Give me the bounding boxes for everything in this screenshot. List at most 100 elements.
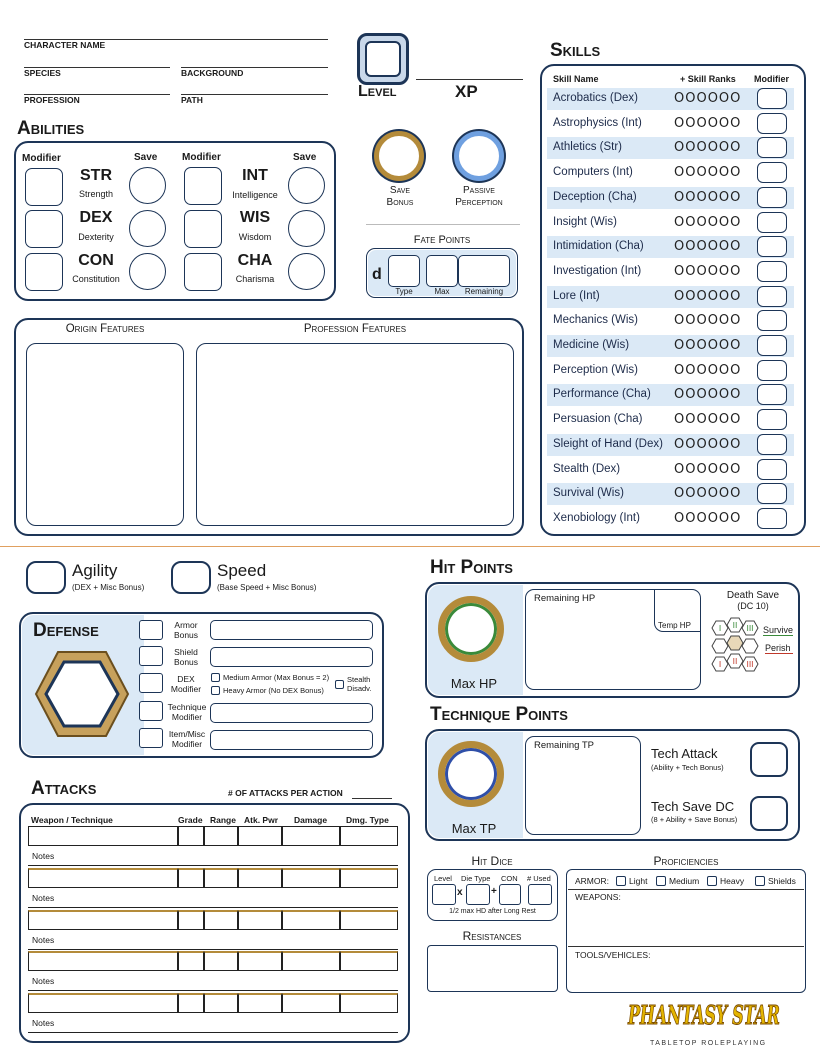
attack-notes[interactable]: Notes: [28, 971, 398, 992]
attack-cell[interactable]: [282, 867, 340, 888]
hd-level-box[interactable]: [432, 884, 456, 905]
origin-features-box[interactable]: [26, 343, 184, 526]
skill-modifier-box[interactable]: [757, 285, 787, 307]
skill-rank-dots[interactable]: OOOOOO: [674, 412, 741, 427]
skill-modifier-box[interactable]: [757, 483, 787, 505]
armor-bonus-box[interactable]: [139, 620, 163, 640]
attack-cell[interactable]: [204, 909, 238, 930]
attack-cell[interactable]: [204, 867, 238, 888]
skill-modifier-box[interactable]: [757, 88, 787, 109]
xp-field[interactable]: [416, 79, 523, 80]
path-field[interactable]: [181, 94, 328, 95]
attack-cell[interactable]: [282, 951, 340, 972]
skill-rank-dots[interactable]: OOOOOO: [674, 462, 741, 477]
character-name-field[interactable]: [24, 39, 328, 40]
attack-cell[interactable]: [204, 993, 238, 1014]
attack-cell[interactable]: [340, 909, 398, 930]
skill-modifier-box[interactable]: [757, 458, 787, 480]
resistances-box[interactable]: [427, 945, 558, 992]
attack-cell[interactable]: [178, 867, 204, 888]
passive-perception-ring[interactable]: [454, 131, 504, 181]
skill-rank-dots[interactable]: OOOOOO: [674, 387, 741, 402]
attack-cell[interactable]: [238, 909, 282, 930]
technique-modifier-field[interactable]: [210, 703, 373, 723]
skill-rank-dots[interactable]: OOOOOO: [674, 338, 741, 353]
technique-modifier-box[interactable]: [139, 701, 163, 721]
attack-cell[interactable]: [340, 993, 398, 1014]
wis-modifier-box[interactable]: [184, 210, 222, 248]
attack-cell[interactable]: [28, 951, 178, 972]
con-modifier-box[interactable]: [25, 253, 63, 291]
skill-rank-dots[interactable]: OOOOOO: [674, 313, 741, 328]
str-save-circle[interactable]: [129, 167, 166, 204]
skill-modifier-box[interactable]: [757, 260, 787, 282]
armor-bonus-field[interactable]: [210, 620, 373, 640]
skill-modifier-box[interactable]: [757, 137, 787, 159]
level-box[interactable]: [357, 33, 409, 85]
speed-box[interactable]: [171, 561, 211, 594]
attack-cell[interactable]: [28, 909, 178, 930]
attack-cell[interactable]: [282, 826, 340, 846]
armor-shields-checkbox[interactable]: [755, 876, 765, 886]
skill-rank-dots[interactable]: OOOOOO: [674, 264, 741, 279]
skill-modifier-box[interactable]: [757, 335, 787, 356]
fate-remaining-box[interactable]: [458, 255, 510, 287]
attack-notes[interactable]: Notes: [28, 846, 398, 866]
item-misc-modifier-box[interactable]: [139, 728, 163, 748]
attack-cell[interactable]: [238, 993, 282, 1014]
attack-cell[interactable]: [178, 993, 204, 1014]
dex-save-circle[interactable]: [129, 210, 166, 247]
armor-heavy-checkbox[interactable]: [707, 876, 717, 886]
cha-save-circle[interactable]: [288, 253, 325, 290]
int-save-circle[interactable]: [288, 167, 325, 204]
stealth-checkbox[interactable]: [335, 680, 344, 689]
hd-die-type-box[interactable]: [466, 884, 490, 905]
shield-bonus-box[interactable]: [139, 646, 163, 666]
skill-rank-dots[interactable]: OOOOOO: [674, 486, 741, 501]
attack-cell[interactable]: [340, 826, 398, 846]
shield-bonus-field[interactable]: [210, 647, 373, 667]
skill-modifier-box[interactable]: [757, 162, 787, 184]
skill-rank-dots[interactable]: OOOOOO: [674, 190, 741, 205]
skill-modifier-box[interactable]: [757, 507, 787, 529]
max-tp-ring[interactable]: [438, 741, 504, 807]
skill-rank-dots[interactable]: OOOOOO: [674, 91, 741, 106]
attack-cell[interactable]: [28, 826, 178, 846]
skill-rank-dots[interactable]: OOOOOO: [674, 437, 741, 452]
armor-medium-checkbox[interactable]: [656, 876, 666, 886]
skill-rank-dots[interactable]: OOOOOO: [674, 363, 741, 378]
attack-notes[interactable]: Notes: [28, 1013, 398, 1034]
attack-notes[interactable]: Notes: [28, 930, 398, 950]
attack-cell[interactable]: [204, 951, 238, 972]
skill-modifier-box[interactable]: [757, 409, 787, 431]
skill-rank-dots[interactable]: OOOOOO: [674, 116, 741, 131]
skill-modifier-box[interactable]: [757, 310, 787, 332]
item-misc-modifier-field[interactable]: [210, 730, 373, 750]
profession-features-box[interactable]: [196, 343, 514, 526]
con-save-circle[interactable]: [129, 253, 166, 290]
tech-save-box[interactable]: [750, 796, 788, 831]
save-bonus-ring[interactable]: [374, 131, 424, 181]
attack-notes[interactable]: Notes: [28, 888, 398, 908]
attack-cell[interactable]: [340, 867, 398, 888]
fate-max-box[interactable]: [426, 255, 458, 287]
attack-cell[interactable]: [28, 993, 178, 1014]
max-hp-ring[interactable]: [438, 596, 504, 662]
attack-cell[interactable]: [238, 826, 282, 846]
hd-used-box[interactable]: [528, 884, 552, 905]
attack-cell[interactable]: [28, 867, 178, 888]
skill-modifier-box[interactable]: [757, 433, 787, 455]
skill-rank-dots[interactable]: OOOOOO: [674, 140, 741, 155]
medium-armor-checkbox[interactable]: [211, 673, 220, 682]
tech-attack-box[interactable]: [750, 742, 788, 777]
attacks-per-action-field[interactable]: [352, 798, 392, 799]
attack-cell[interactable]: [238, 867, 282, 888]
attack-cell[interactable]: [204, 826, 238, 846]
wis-save-circle[interactable]: [288, 210, 325, 247]
attack-cell[interactable]: [178, 951, 204, 972]
skill-modifier-box[interactable]: [757, 384, 787, 406]
skill-rank-dots[interactable]: OOOOOO: [674, 165, 741, 180]
skill-modifier-box[interactable]: [757, 359, 787, 381]
skill-rank-dots[interactable]: OOOOOO: [674, 215, 741, 230]
skill-rank-dots[interactable]: OOOOOO: [674, 511, 741, 526]
